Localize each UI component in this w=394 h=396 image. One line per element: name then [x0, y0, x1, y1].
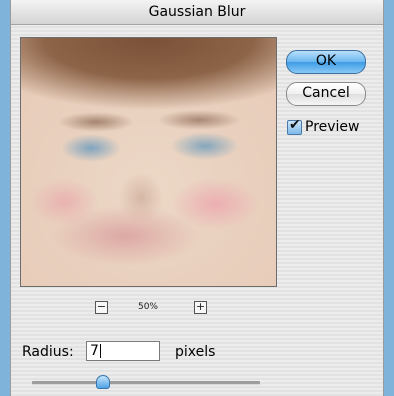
zoom-out-button[interactable]: − — [95, 301, 108, 314]
gaussian-blur-dialog: Gaussian Blur − 50% + OK Cancel ✔ Previe… — [11, 0, 383, 396]
radius-slider-thumb[interactable] — [95, 375, 110, 389]
radius-label: Radius: — [22, 344, 74, 360]
checkmark-icon: ✔ — [289, 117, 301, 133]
preview-checkbox-label[interactable]: Preview — [305, 119, 360, 135]
zoom-in-button[interactable]: + — [194, 301, 207, 314]
text-caret — [100, 344, 101, 358]
radius-unit-label: pixels — [175, 344, 216, 360]
radius-slider-track[interactable] — [32, 381, 260, 385]
zoom-level-label: 50% — [137, 302, 158, 312]
cancel-button[interactable]: Cancel — [286, 82, 366, 106]
preview-checkbox[interactable]: ✔ — [287, 117, 302, 135]
preview-image-frame[interactable] — [20, 37, 277, 287]
ok-button[interactable]: OK — [286, 50, 366, 74]
zoom-controls: − 50% + — [11, 301, 301, 317]
radius-input[interactable] — [86, 341, 160, 361]
preview-image[interactable] — [21, 38, 276, 286]
dialog-title: Gaussian Blur — [11, 0, 383, 25]
